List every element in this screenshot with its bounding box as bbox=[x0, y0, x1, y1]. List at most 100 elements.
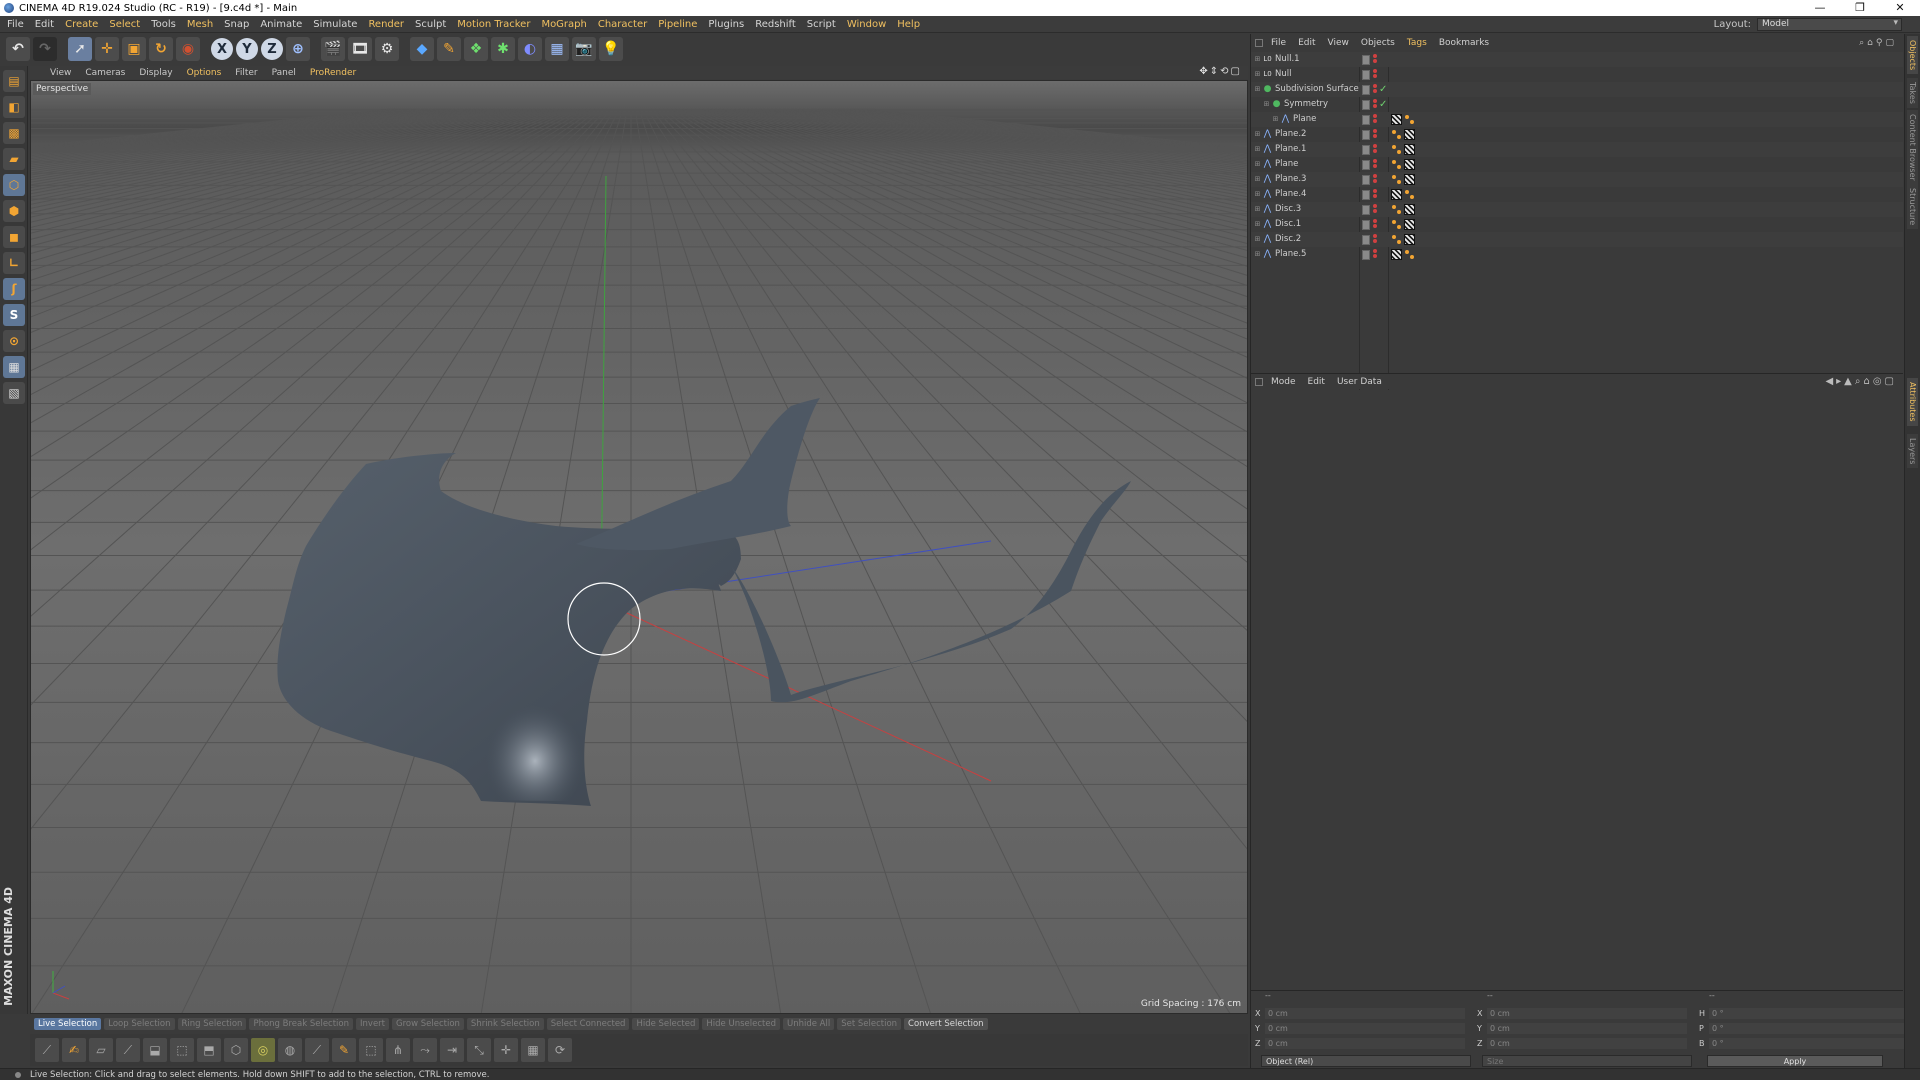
menu-pipeline[interactable]: Pipeline bbox=[658, 19, 697, 30]
close-button[interactable]: ✕ bbox=[1880, 0, 1920, 16]
coordinate-mode-select[interactable]: Object (Rel) bbox=[1261, 1055, 1471, 1067]
layer-color-swatch[interactable] bbox=[1362, 159, 1370, 170]
cube-primitive-icon[interactable]: ◆ bbox=[410, 37, 434, 61]
tab-content-browser[interactable]: Content Browser bbox=[1907, 110, 1918, 185]
edit-render-settings-icon[interactable]: ⚙ bbox=[375, 37, 399, 61]
object-name[interactable]: Plane bbox=[1293, 112, 1316, 127]
panel-grip-icon[interactable] bbox=[1255, 377, 1263, 386]
visibility-dots-icon[interactable] bbox=[1373, 249, 1377, 259]
mode-select-connected[interactable]: Select Connected bbox=[546, 1018, 630, 1030]
material-tag-icon[interactable] bbox=[1404, 204, 1415, 215]
menu-script[interactable]: Script bbox=[807, 19, 836, 30]
visibility-dots-icon[interactable] bbox=[1373, 54, 1377, 64]
menu-file[interactable]: File bbox=[7, 19, 24, 30]
material-tag-icon[interactable] bbox=[1404, 234, 1415, 245]
object-name[interactable]: Plane.2 bbox=[1275, 127, 1306, 142]
object-name[interactable]: Plane bbox=[1275, 157, 1298, 172]
enabled-check-icon[interactable]: ✓ bbox=[1379, 82, 1387, 97]
om-menu-bookmarks[interactable]: Bookmarks bbox=[1439, 38, 1489, 48]
menu-select[interactable]: Select bbox=[109, 19, 140, 30]
visibility-dots-icon[interactable] bbox=[1373, 234, 1377, 244]
camera-icon[interactable]: 📷 bbox=[572, 37, 596, 61]
visibility-dots-icon[interactable] bbox=[1373, 114, 1377, 124]
coordinate-field[interactable]: Y 0 cm bbox=[1477, 1022, 1691, 1035]
tab-layers[interactable]: Layers bbox=[1907, 434, 1918, 469]
object-row[interactable]: ⊞ ● Subdivision Surface ✓ bbox=[1251, 82, 1903, 97]
tweak-mode-icon[interactable]: ʃ bbox=[3, 278, 25, 300]
expand-toggle-icon[interactable]: ⊞ bbox=[1253, 250, 1262, 259]
y-axis-lock-button[interactable]: Y bbox=[236, 38, 258, 60]
mode-hide-selected[interactable]: Hide Selected bbox=[632, 1018, 700, 1030]
menu-motion-tracker[interactable]: Motion Tracker bbox=[457, 19, 530, 30]
mode-set-selection[interactable]: Set Selection bbox=[837, 1018, 902, 1030]
layer-color-swatch[interactable] bbox=[1362, 144, 1370, 155]
expand-toggle-icon[interactable]: ⊞ bbox=[1253, 175, 1262, 184]
brush-icon[interactable]: ⟋ bbox=[305, 1038, 329, 1062]
coordinate-system-icon[interactable]: ⊕ bbox=[286, 37, 310, 61]
texture-tag-icon[interactable] bbox=[1391, 144, 1402, 155]
am-menu-edit[interactable]: Edit bbox=[1308, 377, 1325, 387]
layer-color-swatch[interactable] bbox=[1362, 114, 1370, 125]
solo-mode-icon[interactable]: S bbox=[3, 304, 25, 326]
locked-workplane-icon[interactable]: ▧ bbox=[3, 382, 25, 404]
visibility-dots-icon[interactable] bbox=[1373, 144, 1377, 154]
normal-move-icon[interactable]: ✛ bbox=[494, 1038, 518, 1062]
light-icon[interactable]: 💡 bbox=[599, 37, 623, 61]
coordinate-value-input[interactable]: 0 cm bbox=[1265, 1008, 1465, 1019]
texture-mode-icon[interactable]: ▩ bbox=[3, 122, 25, 144]
visibility-dots-icon[interactable] bbox=[1373, 84, 1377, 94]
material-tag-icon[interactable] bbox=[1391, 114, 1402, 125]
expand-toggle-icon[interactable]: ⊞ bbox=[1253, 235, 1262, 244]
layer-color-swatch[interactable] bbox=[1362, 54, 1370, 65]
polygons-mode-icon[interactable]: ◼ bbox=[3, 226, 25, 248]
mode-live-selection[interactable]: Live Selection bbox=[34, 1018, 102, 1030]
texture-tag-icon[interactable] bbox=[1391, 129, 1402, 140]
redo-icon[interactable]: ↷ bbox=[33, 37, 57, 61]
object-name[interactable]: Symmetry bbox=[1284, 97, 1328, 112]
object-name[interactable]: Null.1 bbox=[1275, 52, 1300, 67]
viewport-navigation-icons[interactable]: ✥⇕⟲▢ bbox=[1199, 66, 1242, 77]
visibility-dots-icon[interactable] bbox=[1373, 204, 1377, 214]
polygon-pen-icon[interactable]: ✎ bbox=[332, 1038, 356, 1062]
expand-toggle-icon[interactable]: ⊞ bbox=[1253, 220, 1262, 229]
mode-grow-selection[interactable]: Grow Selection bbox=[392, 1018, 464, 1030]
pen-spline-icon[interactable]: ✎ bbox=[437, 37, 461, 61]
visibility-dots-icon[interactable] bbox=[1373, 159, 1377, 169]
om-menu-tags[interactable]: Tags bbox=[1407, 38, 1427, 48]
move-icon[interactable]: ✛ bbox=[95, 37, 119, 61]
object-row[interactable]: ⊞ ⋀ Disc.1 bbox=[1251, 217, 1903, 232]
coordinate-field[interactable]: B 0 ° bbox=[1699, 1037, 1913, 1050]
apply-button[interactable]: Apply bbox=[1707, 1055, 1883, 1067]
menu-edit[interactable]: Edit bbox=[35, 19, 54, 30]
layout-dropdown[interactable]: Model bbox=[1757, 18, 1902, 31]
expand-toggle-icon[interactable]: ⊞ bbox=[1262, 100, 1271, 109]
object-name[interactable]: Plane.1 bbox=[1275, 142, 1306, 157]
layer-color-swatch[interactable] bbox=[1362, 204, 1370, 215]
texture-tag-icon[interactable] bbox=[1404, 114, 1415, 125]
object-row[interactable]: ⊞ ⋀ Plane.2 bbox=[1251, 127, 1903, 142]
expand-toggle-icon[interactable]: ⊞ bbox=[1253, 55, 1262, 64]
material-tag-icon[interactable] bbox=[1404, 174, 1415, 185]
snap-icon[interactable]: ⊙ bbox=[3, 330, 25, 352]
subdivision-generator-icon[interactable]: ❖ bbox=[464, 37, 488, 61]
extrude-inner-icon[interactable]: ⬒ bbox=[197, 1038, 221, 1062]
coordinate-field[interactable]: Z 0 cm bbox=[1255, 1037, 1469, 1050]
knife-icon[interactable]: ⟋ bbox=[116, 1038, 140, 1062]
points-mode-icon[interactable]: ⬡ bbox=[3, 174, 25, 196]
menu-snap[interactable]: Snap bbox=[224, 19, 249, 30]
coordinate-value-input[interactable]: 0 ° bbox=[1709, 1023, 1909, 1034]
texture-tag-icon[interactable] bbox=[1391, 219, 1402, 230]
expand-toggle-icon[interactable]: ⊞ bbox=[1271, 115, 1280, 124]
mode-convert-selection[interactable]: Convert Selection bbox=[904, 1018, 988, 1030]
coordinate-field[interactable]: Z 0 cm bbox=[1477, 1037, 1691, 1050]
menu-character[interactable]: Character bbox=[598, 19, 647, 30]
layer-color-swatch[interactable] bbox=[1362, 189, 1370, 200]
material-tag-icon[interactable] bbox=[1404, 219, 1415, 230]
coordinate-value-input[interactable]: 0 cm bbox=[1487, 1023, 1687, 1034]
layer-color-swatch[interactable] bbox=[1362, 84, 1370, 95]
object-row[interactable]: ⊞ ⋀ Plane.4 bbox=[1251, 187, 1903, 202]
deformer-icon[interactable]: ◐ bbox=[518, 37, 542, 61]
mode-shrink-selection[interactable]: Shrink Selection bbox=[466, 1018, 544, 1030]
object-row[interactable]: ⊞ ⋀ Plane bbox=[1251, 112, 1903, 127]
viewport-menu-filter[interactable]: Filter bbox=[235, 68, 257, 78]
